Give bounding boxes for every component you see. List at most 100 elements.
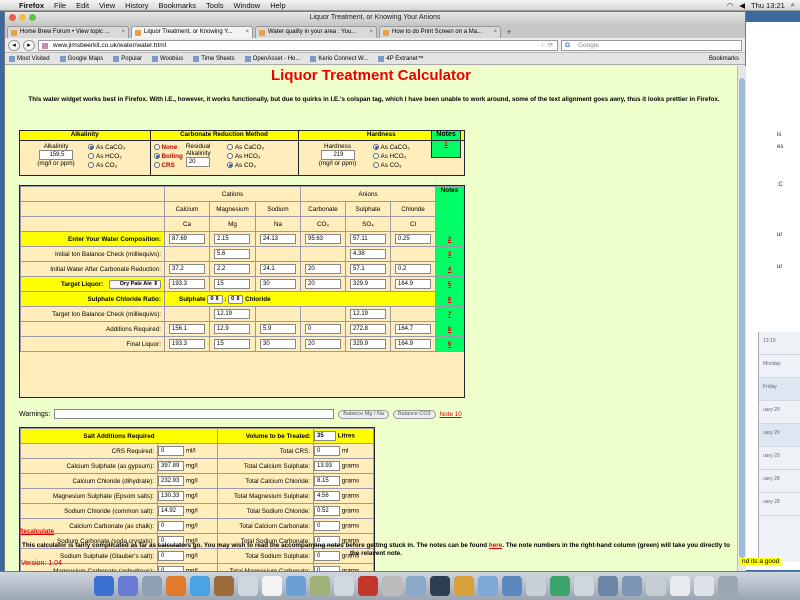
ion-value-field[interactable]: 5.9 bbox=[260, 324, 296, 334]
ion-value-field[interactable]: 0 bbox=[305, 324, 341, 334]
salt-total-field[interactable]: 0.52 bbox=[314, 506, 340, 516]
method-radio-none[interactable] bbox=[153, 144, 160, 151]
ion-value-field[interactable]: 30 bbox=[260, 279, 296, 289]
note-link[interactable]: 5 bbox=[448, 281, 452, 288]
close-icon[interactable] bbox=[9, 14, 16, 21]
ion-value-field[interactable]: 193.3 bbox=[169, 279, 205, 289]
salt-value-field[interactable]: 14.92 bbox=[158, 506, 184, 516]
list-item[interactable]: uary 29 bbox=[759, 447, 800, 470]
menu-view[interactable]: View bbox=[94, 1, 120, 10]
bookmark-item[interactable]: Time Sheets bbox=[193, 55, 235, 62]
ion-value-field[interactable]: 20 bbox=[305, 279, 341, 289]
note-10-link[interactable]: Note 10 bbox=[440, 411, 462, 418]
close-tab-icon[interactable]: × bbox=[369, 27, 373, 38]
list-item[interactable]: uary 29 bbox=[759, 424, 800, 447]
vertical-scrollbar[interactable] bbox=[737, 66, 746, 572]
list-item[interactable]: Monday bbox=[759, 355, 800, 378]
system-preferences-icon[interactable] bbox=[142, 576, 162, 596]
minimize-icon[interactable] bbox=[19, 14, 26, 21]
alkalinity-radio-co3[interactable] bbox=[88, 162, 94, 169]
mail-icon[interactable] bbox=[238, 576, 258, 596]
forward-button[interactable]: ▸ bbox=[23, 39, 35, 51]
bookmark-item[interactable]: OpenAsset - Ho... bbox=[244, 55, 300, 62]
alkalinity-radio-caco3[interactable] bbox=[88, 144, 94, 151]
address-book-icon[interactable] bbox=[214, 576, 234, 596]
residual-radio-co3[interactable] bbox=[226, 162, 233, 169]
note-link[interactable]: 8 bbox=[448, 326, 452, 333]
ion-value-field[interactable]: 12.9 bbox=[214, 324, 250, 334]
bookmark-item[interactable]: Woobius bbox=[151, 55, 183, 62]
finder-icon[interactable] bbox=[94, 576, 114, 596]
back-button[interactable]: ◂ bbox=[8, 39, 20, 51]
residual-radio-hco3[interactable] bbox=[226, 153, 233, 160]
ion-value-field[interactable]: 57.11 bbox=[350, 234, 386, 244]
zoom-icon[interactable] bbox=[29, 14, 36, 21]
wifi-icon[interactable]: ◠ bbox=[727, 1, 734, 10]
bookmark-item[interactable]: Kerio Connect W... bbox=[310, 55, 368, 62]
calendar-icon[interactable] bbox=[262, 576, 282, 596]
tab-liquor-treatment[interactable]: Liquor Treatment, or Knowing Y... × bbox=[131, 26, 253, 38]
list-item[interactable]: 13:19 bbox=[759, 332, 800, 355]
target-liquor-select[interactable]: Dry Pale Ale ⇕ bbox=[109, 279, 161, 289]
hardness-radio-hco3[interactable] bbox=[372, 153, 379, 160]
volume-input[interactable]: 35 bbox=[314, 431, 336, 441]
salt-total-field[interactable]: 4.56 bbox=[314, 491, 340, 501]
ion-value-field[interactable]: 193.3 bbox=[169, 339, 205, 349]
menu-bookmarks[interactable]: Bookmarks bbox=[154, 1, 202, 10]
salt-total-field[interactable]: 8.15 bbox=[314, 476, 340, 486]
ion-value-field[interactable]: 329.9 bbox=[350, 339, 386, 349]
method-radio-boiling[interactable] bbox=[153, 153, 160, 160]
ion-value-field[interactable]: 5.6 bbox=[214, 249, 250, 259]
ion-value-field[interactable]: 37.2 bbox=[169, 264, 205, 274]
tab-water-quality[interactable]: Water quality in your area : You... × bbox=[255, 26, 377, 38]
method-radio-crs[interactable] bbox=[153, 162, 160, 169]
star-icon[interactable]: ☆ ⟳ bbox=[540, 41, 553, 51]
menu-file[interactable]: File bbox=[49, 1, 71, 10]
notes-here-link[interactable]: here bbox=[489, 542, 502, 549]
warnings-field[interactable] bbox=[54, 409, 335, 419]
menu-history[interactable]: History bbox=[120, 1, 153, 10]
note-link-1[interactable]: 1 bbox=[444, 141, 448, 148]
menu-tools[interactable]: Tools bbox=[201, 1, 229, 10]
ion-value-field[interactable]: 20 bbox=[305, 264, 341, 274]
bookmarks-menu-button[interactable]: Bookmarks bbox=[709, 56, 745, 62]
activity-monitor-icon[interactable] bbox=[406, 576, 426, 596]
printer-icon[interactable] bbox=[526, 576, 546, 596]
note-link[interactable]: 4 bbox=[448, 266, 452, 273]
salt-total-field[interactable]: 0 bbox=[314, 521, 340, 531]
acrobat-icon[interactable] bbox=[358, 576, 378, 596]
itunes-icon[interactable] bbox=[286, 576, 306, 596]
note-link[interactable]: 2 bbox=[448, 236, 452, 243]
ion-value-field[interactable]: 12.19 bbox=[214, 309, 250, 319]
ion-value-field[interactable]: 95.63 bbox=[305, 234, 341, 244]
ion-value-field[interactable]: 329.9 bbox=[350, 279, 386, 289]
menu-help[interactable]: Help bbox=[265, 1, 290, 10]
menu-edit[interactable]: Edit bbox=[71, 1, 94, 10]
ie-icon[interactable] bbox=[310, 576, 330, 596]
bookmark-item[interactable]: Google Maps bbox=[59, 55, 103, 62]
document-icon[interactable] bbox=[574, 576, 594, 596]
ion-value-field[interactable]: 164.7 bbox=[395, 324, 431, 334]
search-input[interactable]: G Google bbox=[561, 39, 742, 51]
ion-value-field[interactable]: 164.9 bbox=[395, 279, 431, 289]
spotlight-icon[interactable]: ⌕ bbox=[791, 0, 795, 10]
ion-value-field[interactable]: 272.8 bbox=[350, 324, 386, 334]
recalculate-link[interactable]: Recalculate bbox=[19, 528, 54, 535]
ion-value-field[interactable]: 2.15 bbox=[214, 234, 250, 244]
bookmark-item[interactable]: Popular bbox=[113, 55, 142, 62]
preview-icon[interactable] bbox=[454, 576, 474, 596]
close-tab-icon[interactable]: × bbox=[121, 27, 125, 38]
terminal-icon[interactable] bbox=[430, 576, 450, 596]
ion-value-field[interactable]: 15 bbox=[214, 279, 250, 289]
url-bar[interactable]: www.jimsbeerkit.co.uk/water/water.html ☆… bbox=[38, 39, 558, 51]
hardness-radio-co3[interactable] bbox=[372, 162, 379, 169]
utility-icon[interactable] bbox=[478, 576, 498, 596]
gem-icon[interactable] bbox=[550, 576, 570, 596]
safari-icon[interactable] bbox=[190, 576, 210, 596]
salt-value-field[interactable]: 232.93 bbox=[158, 476, 184, 486]
ion-value-field[interactable]: 57.1 bbox=[350, 264, 386, 274]
app-store-icon[interactable] bbox=[118, 576, 138, 596]
sulphate-ratio-select[interactable]: 0 ⇕ bbox=[207, 294, 223, 304]
salt-total-field[interactable]: 0 bbox=[314, 446, 340, 456]
ion-value-field[interactable]: 0.25 bbox=[395, 234, 431, 244]
